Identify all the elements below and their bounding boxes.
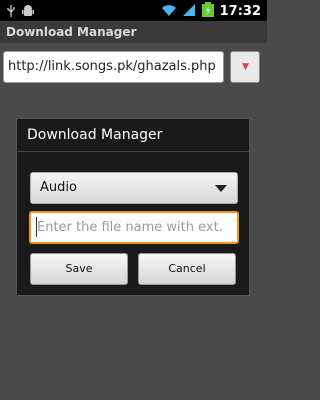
status-bar: 17:32 [0, 0, 267, 21]
download-button[interactable]: ▼ [230, 51, 260, 83]
wifi-icon [161, 2, 177, 21]
signal-icon [182, 2, 196, 21]
chevron-down-icon [215, 185, 227, 192]
file-type-selected: Audio [40, 180, 77, 195]
save-button[interactable]: Save [30, 253, 128, 285]
url-row: http://link.songs.pk/ghazals.php ▼ [0, 47, 267, 87]
download-arrow-icon: ▼ [242, 62, 249, 72]
download-dialog: Download Manager Audio Save Cancel [16, 118, 250, 296]
status-left-icons [6, 3, 34, 22]
usb-icon [6, 3, 16, 22]
filename-input[interactable] [29, 211, 239, 244]
dialog-divider [17, 151, 249, 152]
android-icon [22, 3, 34, 22]
battery-icon [201, 2, 215, 21]
status-time: 17:32 [219, 4, 261, 19]
status-right-icons: 17:32 [161, 2, 261, 21]
url-input[interactable]: http://link.songs.pk/ghazals.php [3, 51, 224, 83]
text-cursor [36, 217, 37, 237]
cancel-button[interactable]: Cancel [138, 253, 236, 285]
dialog-title: Download Manager [27, 127, 163, 143]
file-type-select[interactable]: Audio [30, 172, 238, 204]
app-title: Download Manager [0, 21, 267, 43]
